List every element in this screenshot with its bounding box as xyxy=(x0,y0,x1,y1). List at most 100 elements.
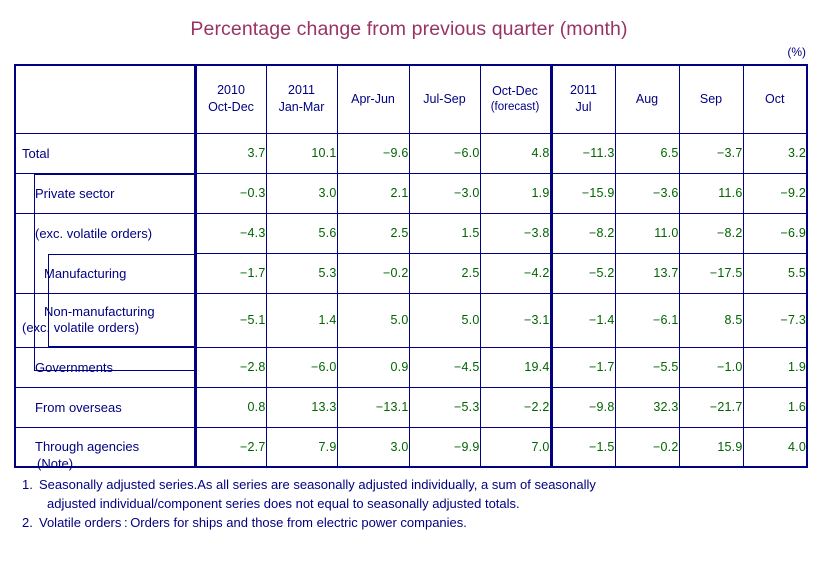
cell-value: −5.1 xyxy=(194,292,267,348)
cell-value: −4.2 xyxy=(479,252,552,294)
cell-value: −1.7 xyxy=(194,252,267,294)
cell-value: 13.3 xyxy=(265,386,338,428)
cell-value: −21.7 xyxy=(678,386,744,428)
notes-heading: (Note) xyxy=(37,456,74,471)
row-label-cell-from-overseas: From overseas xyxy=(14,386,197,428)
cell-value: 13.7 xyxy=(614,252,680,294)
cell-value: −5.5 xyxy=(614,346,680,388)
row-label-cell-exc-volatile-orders: (exc. volatile orders) xyxy=(14,213,197,253)
cell-value: 32.3 xyxy=(614,386,680,428)
cell-value: −5.3 xyxy=(408,386,481,428)
note-text-line1: Seasonally adjusted series.As all series… xyxy=(39,477,596,492)
row-label: Non-manufacturing xyxy=(44,304,155,320)
row-label-cell-governments: Governments xyxy=(14,346,197,388)
cell-value: −4.3 xyxy=(194,212,267,254)
header-cell-blank xyxy=(14,64,197,134)
cell-value: −7.3 xyxy=(742,292,808,348)
header-year: 2011 xyxy=(288,83,315,98)
cell-value: −11.3 xyxy=(549,132,616,174)
cell-value: −1.7 xyxy=(549,346,616,388)
row-label-cell-total: Total xyxy=(14,132,197,174)
header-period: Oct-Dec xyxy=(492,84,538,99)
cell-value: −6.0 xyxy=(408,132,481,174)
cell-value: −1.4 xyxy=(549,292,616,348)
cell-value: −13.1 xyxy=(336,386,410,428)
cell-value: 3.7 xyxy=(194,132,267,174)
note-item-1: 1. Seasonally adjusted series.As all ser… xyxy=(22,478,802,510)
note-number: 1. xyxy=(22,477,33,492)
cell-value: −15.9 xyxy=(549,172,616,214)
cell-value: 2.5 xyxy=(408,252,481,294)
cell-value: 2.5 xyxy=(336,212,410,254)
notes-section: (Note) 1. Seasonally adjusted series.As … xyxy=(22,457,802,535)
header-cell-oct-dec-forecast: Oct-Dec (forecast) xyxy=(479,64,552,134)
cell-value: −6.9 xyxy=(742,212,808,254)
cell-value: −8.2 xyxy=(678,212,744,254)
cell-value: −1.0 xyxy=(678,346,744,388)
cell-value: 1.9 xyxy=(742,346,808,388)
cell-value: −4.5 xyxy=(408,346,481,388)
header-cell-2010-oct-dec: 2010 Oct-Dec xyxy=(194,64,267,134)
note-number: 2. xyxy=(22,515,33,530)
table-row: Governments −2.8 −6.0 0.9 −4.5 19.4 −1.7… xyxy=(14,346,808,388)
row-label: Manufacturing xyxy=(44,265,127,281)
header-cell-apr-jun: Apr-Jun xyxy=(336,64,410,134)
table-header-row: 2010 Oct-Dec 2011 Jan-Mar Apr-Jun Jul-Se… xyxy=(14,64,808,134)
header-period: Jul xyxy=(575,100,592,115)
cell-value: 3.2 xyxy=(742,132,808,174)
cell-value: 5.3 xyxy=(265,252,338,294)
header-period: Apr-Jun xyxy=(351,91,395,106)
cell-value: 2.1 xyxy=(336,172,410,214)
header-period: Oct-Dec xyxy=(208,100,254,115)
cell-value: 1.9 xyxy=(479,172,552,214)
row-label: Private sector xyxy=(35,185,115,201)
header-period: Jul-Sep xyxy=(423,91,466,106)
cell-value: 11.6 xyxy=(678,172,744,214)
table-row: From overseas 0.8 13.3 −13.1 −5.3 −2.2 −… xyxy=(14,386,808,428)
cell-value: 11.0 xyxy=(614,212,680,254)
header-year: 2010 xyxy=(217,83,245,98)
unit-label: (%) xyxy=(787,45,806,59)
cell-value: −5.2 xyxy=(549,252,616,294)
note-item-2: 2. Volatile orders : Orders for ships an… xyxy=(22,516,802,529)
cell-value: 10.1 xyxy=(265,132,338,174)
header-period: Sep xyxy=(699,91,723,106)
row-label: (exc. volatile orders) xyxy=(35,225,153,241)
cell-value: 3.0 xyxy=(265,172,338,214)
note-text-line1: Volatile orders : Orders for ships and t… xyxy=(39,515,467,530)
header-period: Jan-Mar xyxy=(278,100,325,115)
cell-value: 1.4 xyxy=(265,292,338,348)
cell-value: −3.6 xyxy=(614,172,680,214)
note-text-line2: adjusted individual/component series doe… xyxy=(47,496,520,511)
row-label: Through agencies xyxy=(35,439,140,455)
cell-value: −3.7 xyxy=(678,132,744,174)
table-row: (exc. volatile orders) −4.3 5.6 2.5 1.5 … xyxy=(14,212,808,254)
cell-value: −9.8 xyxy=(549,386,616,428)
row-label: From overseas xyxy=(35,399,122,415)
cell-value: 5.0 xyxy=(336,292,410,348)
header-cell-2011-jul: 2011 Jul xyxy=(549,64,616,134)
cell-value: 1.5 xyxy=(408,212,481,254)
cell-value: −17.5 xyxy=(678,252,744,294)
cell-value: −6.0 xyxy=(265,346,338,388)
cell-value: 5.0 xyxy=(408,292,481,348)
table-row: Manufacturing −1.7 5.3 −0.2 2.5 −4.2 −5.… xyxy=(14,252,808,347)
cell-value: −6.1 xyxy=(614,292,680,348)
header-cell-oct: Oct xyxy=(742,64,808,134)
cell-value: −9.6 xyxy=(336,132,410,174)
cell-value: 1.6 xyxy=(742,386,808,428)
cell-value: −0.3 xyxy=(194,172,267,214)
cell-value: 0.9 xyxy=(336,346,410,388)
cell-value: 19.4 xyxy=(479,346,552,388)
header-year: 2011 xyxy=(570,83,597,98)
cell-value: 0.8 xyxy=(194,386,267,428)
data-table-container: 2010 Oct-Dec 2011 Jan-Mar Apr-Jun Jul-Se… xyxy=(14,64,808,468)
page-title: Percentage change from previous quarter … xyxy=(190,18,628,40)
table-row: Total 3.7 10.1 −9.6 −6.0 4.8 −11.3 6.5 −… xyxy=(14,132,808,174)
cell-value: −2.2 xyxy=(479,386,552,428)
row-label: Total xyxy=(22,145,50,161)
cell-value: −3.1 xyxy=(479,292,552,348)
header-cell-2011-jan-mar: 2011 Jan-Mar xyxy=(265,64,338,134)
cell-value: −3.0 xyxy=(408,172,481,214)
cell-value: 6.5 xyxy=(614,132,680,174)
